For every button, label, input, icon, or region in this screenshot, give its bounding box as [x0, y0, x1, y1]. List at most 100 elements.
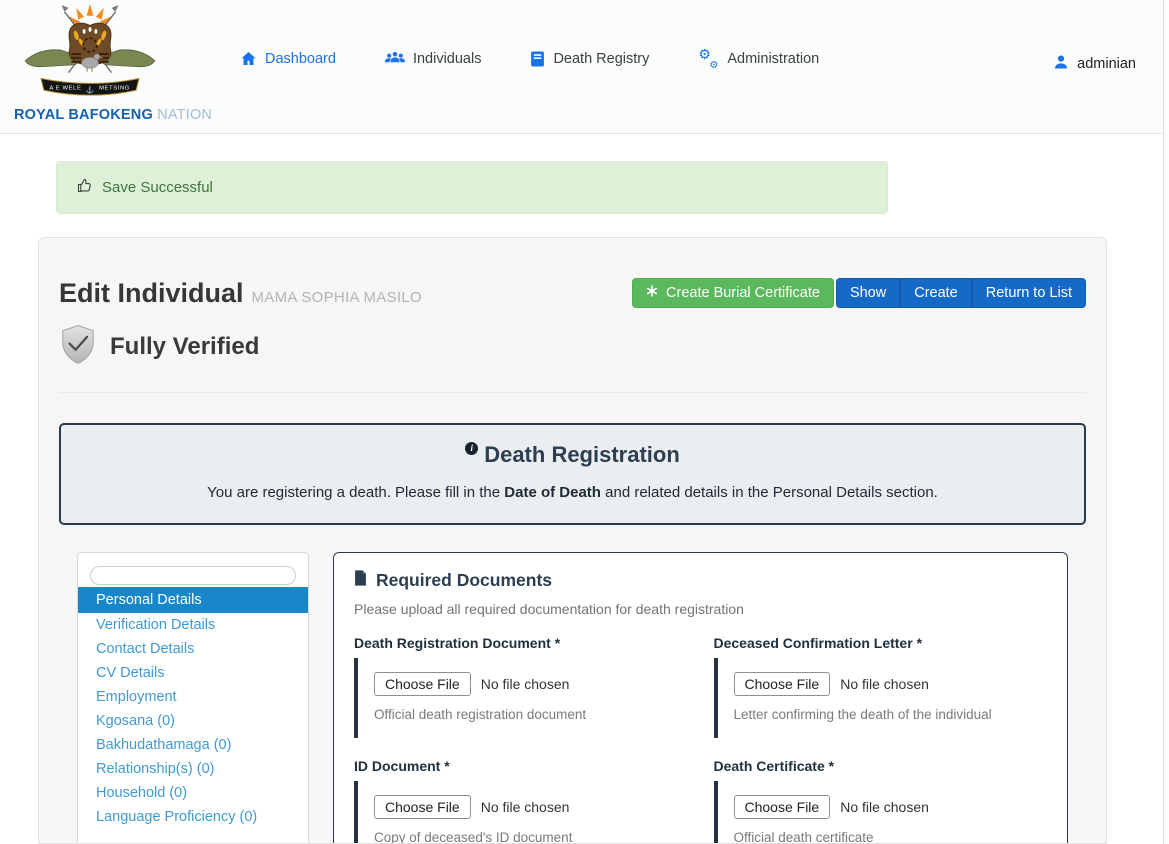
file-input[interactable]: Choose File No file chosen [374, 672, 688, 696]
logo-motto-left: A E WELE [49, 85, 81, 91]
documents-subtitle: Please upload all required documentation… [354, 601, 1047, 617]
rbn-crest-logo: A E WELE METSING ⚓ [20, 2, 160, 104]
logo-name-bold: ROYAL BAFOKENG [14, 107, 153, 123]
nav-item-administration[interactable]: ⚙ ⚙ Administration [698, 50, 819, 67]
sidebar-item-language-proficiency[interactable]: Language Proficiency (0) [78, 805, 308, 829]
nav-item-label: Dashboard [265, 51, 336, 67]
choose-file-button[interactable]: Choose File [734, 795, 831, 819]
logo-name-light: NATION [157, 107, 212, 123]
upload-block: Choose File No file chosen Copy of decea… [354, 781, 688, 844]
nav-item-individuals[interactable]: Individuals [385, 51, 482, 67]
thumbs-up-icon [77, 178, 93, 198]
nav-item-label: Individuals [413, 51, 482, 67]
create-button[interactable]: Create [900, 278, 972, 308]
create-burial-certificate-button[interactable]: Create Burial Certificate [632, 278, 834, 308]
people-icon [385, 51, 405, 66]
doc-field-label: Death Registration Document * [354, 635, 688, 651]
save-success-alert: Save Successful [56, 161, 888, 214]
sidebar-item-relationships[interactable]: Relationship(s) (0) [78, 757, 308, 781]
doc-field-death-registration-document: Death Registration Document * Choose Fil… [354, 635, 688, 738]
nav-item-death-registry[interactable]: Death Registry [530, 51, 649, 67]
file-input[interactable]: Choose File No file chosen [734, 672, 1048, 696]
sidebar-search-input[interactable] [90, 566, 296, 585]
sidebar-item-household[interactable]: Household (0) [78, 781, 308, 805]
content-row: Personal Details Verification Details Co… [77, 552, 1086, 844]
documents-grid: Death Registration Document * Choose Fil… [354, 635, 1047, 844]
main-nav: Dashboard Individuals Death Registry ⚙ [240, 50, 819, 67]
gears-icon: ⚙ ⚙ [698, 50, 719, 67]
alert-message: Save Successful [102, 179, 213, 196]
page-title: Edit Individual [59, 278, 244, 308]
home-icon [240, 51, 257, 67]
sidebar-item-cv-details[interactable]: CV Details [78, 661, 308, 685]
doc-field-label: Deceased Confirmation Letter * [714, 635, 1048, 651]
sidebar-item-verification-details[interactable]: Verification Details [78, 613, 308, 637]
divider [59, 392, 1086, 393]
file-status: No file chosen [481, 676, 570, 692]
upload-block: Choose File No file chosen Letter confir… [714, 658, 1048, 738]
doc-field-deceased-confirmation-letter: Deceased Confirmation Letter * Choose Fi… [714, 635, 1048, 738]
page-heading: Edit Individual MAMA SOPHIA MASILO [59, 278, 422, 309]
anchor-icon: ⚓ [86, 85, 95, 94]
file-input[interactable]: Choose File No file chosen [734, 795, 1048, 819]
verified-shield-icon [59, 324, 97, 370]
scrollbar[interactable] [1163, 0, 1169, 844]
button-group: Show Create Return to List [836, 278, 1086, 308]
sidebar-item-kgosana[interactable]: Kgosana (0) [78, 709, 308, 733]
section-nav-panel: Personal Details Verification Details Co… [77, 552, 309, 844]
logo-wordmark: ROYAL BAFOKENG NATION [14, 107, 166, 123]
death-registration-notice: iDeath Registration You are registering … [59, 423, 1086, 525]
info-icon: i [465, 442, 478, 455]
book-icon [530, 51, 545, 67]
required-mark: * [444, 758, 449, 774]
required-mark: * [555, 635, 560, 651]
person-name: MAMA SOPHIA MASILO [252, 289, 422, 306]
username-label: adminian [1077, 56, 1136, 72]
rbn-logo: A E WELE METSING ⚓ ROYAL BAFOKENG NATION [14, 2, 166, 123]
doc-help-text: Copy of deceased's ID document [374, 830, 688, 844]
required-mark: * [917, 635, 922, 651]
nav-item-dashboard[interactable]: Dashboard [240, 51, 336, 67]
app-header: A E WELE METSING ⚓ ROYAL BAFOKENG NATION… [0, 0, 1169, 134]
nav-item-label: Administration [727, 51, 819, 67]
title-row: Edit Individual MAMA SOPHIA MASILO Create… [59, 278, 1086, 309]
choose-file-button[interactable]: Choose File [374, 672, 471, 696]
file-input[interactable]: Choose File No file chosen [374, 795, 688, 819]
doc-help-text: Letter confirming the death of the indiv… [734, 707, 1048, 722]
required-mark: * [829, 758, 834, 774]
logo-motto-right: METSING [99, 85, 130, 91]
sidebar-item-contact-details[interactable]: Contact Details [78, 637, 308, 661]
flower-icon [646, 285, 658, 301]
file-status: No file chosen [840, 676, 929, 692]
verification-status-label: Fully Verified [110, 333, 259, 361]
sidebar-item-personal-details[interactable]: Personal Details [78, 587, 308, 613]
user-menu[interactable]: adminian [1053, 54, 1136, 74]
doc-field-label: ID Document * [354, 758, 688, 774]
sidebar-item-bakhudathamaga[interactable]: Bakhudathamaga (0) [78, 733, 308, 757]
doc-help-text: Official death registration document [374, 707, 688, 722]
file-icon [354, 570, 367, 591]
doc-field-id-document: ID Document * Choose File No file chosen… [354, 758, 688, 844]
file-status: No file chosen [840, 799, 929, 815]
upload-block: Choose File No file chosen Official deat… [354, 658, 688, 738]
required-documents-panel: Required Documents Please upload all req… [333, 552, 1068, 844]
doc-field-death-certificate: Death Certificate * Choose File No file … [714, 758, 1048, 844]
edit-individual-card: Edit Individual MAMA SOPHIA MASILO Create… [38, 237, 1107, 844]
doc-help-text: Official death certificate [734, 830, 1048, 844]
doc-field-label: Death Certificate * [714, 758, 1048, 774]
choose-file-button[interactable]: Choose File [374, 795, 471, 819]
verification-status-row: Fully Verified [59, 324, 1086, 370]
notice-bold-text: Date of Death [504, 484, 601, 501]
upload-block: Choose File No file chosen Official deat… [714, 781, 1048, 844]
sidebar-item-employment[interactable]: Employment [78, 685, 308, 709]
notice-body: You are registering a death. Please fill… [77, 484, 1068, 501]
return-to-list-button[interactable]: Return to List [972, 278, 1086, 308]
file-status: No file chosen [481, 799, 570, 815]
notice-title: iDeath Registration [77, 442, 1068, 468]
user-icon [1053, 54, 1069, 74]
section-nav-list: Personal Details Verification Details Co… [78, 587, 308, 829]
nav-item-label: Death Registry [553, 51, 649, 67]
show-button[interactable]: Show [836, 278, 900, 308]
documents-title: Required Documents [354, 570, 1047, 591]
choose-file-button[interactable]: Choose File [734, 672, 831, 696]
